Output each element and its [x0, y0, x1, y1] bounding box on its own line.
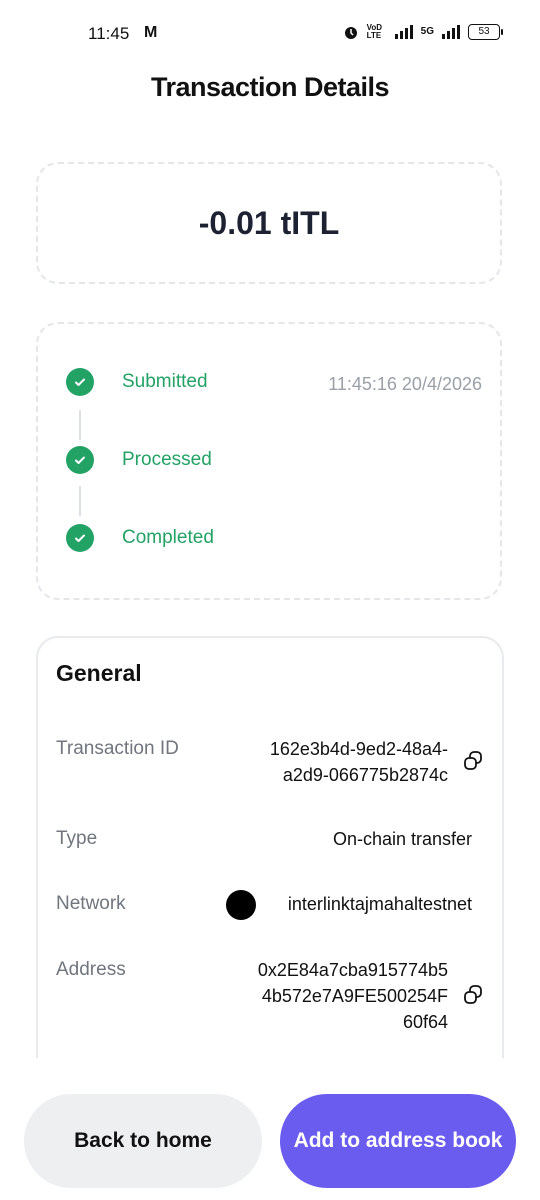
copy-icon[interactable] [462, 984, 484, 1006]
status-timeline: Submitted 11:45:16 20/4/2026 Processed C… [36, 322, 502, 600]
address-line: 0x2E84a7cba915774b5 [257, 960, 448, 980]
signal-icon-2 [442, 25, 460, 39]
amount-card: -0.01 tITL [36, 162, 502, 284]
address-line: 4b572e7A9FE500254F [261, 986, 448, 1006]
address-line: 60f64 [402, 1012, 448, 1032]
address-label: Address [56, 959, 126, 980]
step-completed: Completed [66, 524, 214, 552]
network-value: interlinktajmahaltestnet [287, 894, 472, 914]
network-type-icon: 5G [420, 26, 434, 37]
type-value: On-chain transfer [332, 829, 472, 849]
check-circle-icon [66, 446, 94, 474]
transaction-id-label: Transaction ID [56, 738, 179, 759]
transaction-id-line: 162e3b4d-9ed2-48a4- [269, 739, 448, 759]
step-submitted: Submitted [66, 368, 208, 396]
step-processed: Processed [66, 446, 212, 474]
timeline-connector [79, 486, 81, 516]
address-value[interactable]: 0x2E84a7cba915774b5 4b572e7A9FE500254F 6… [188, 957, 448, 1035]
mail-icon: M [144, 24, 158, 41]
add-to-address-book-button[interactable]: Add to address book [280, 1094, 516, 1188]
timestamp: 11:45:16 20/4/2026 [328, 374, 482, 394]
step-label: Processed [122, 449, 212, 470]
volte-icon: VoD LTE [366, 23, 383, 40]
copy-icon[interactable] [462, 750, 484, 772]
status-icons: VoD LTE 5G 53 [343, 23, 503, 40]
battery-icon: 53 [468, 24, 503, 40]
type-label: Type [56, 828, 98, 849]
general-card: General Transaction ID 162e3b4d-9ed2-48a… [36, 636, 504, 1116]
step-label: Submitted [122, 371, 208, 392]
check-circle-icon [66, 524, 94, 552]
transaction-id-line: a2d9-066775b2874c [282, 765, 448, 785]
status-time: 11:45 [88, 24, 130, 43]
network-logo-icon [226, 890, 256, 920]
network-label: Network [56, 893, 126, 914]
status-bar: 11:45 M VoD LTE 5G 53 [0, 0, 540, 68]
alarm-icon [344, 27, 357, 39]
page-title: Transaction Details [150, 72, 390, 102]
transaction-id-value[interactable]: 162e3b4d-9ed2-48a4- a2d9-066775b2874c [208, 736, 448, 788]
signal-icon [394, 25, 413, 39]
timeline-connector [79, 410, 81, 440]
back-to-home-button[interactable]: Back to home [24, 1094, 262, 1188]
check-circle-icon [66, 368, 94, 396]
general-title: General [56, 660, 142, 686]
step-label: Completed [122, 527, 214, 548]
transaction-amount: -0.01 tITL [198, 204, 340, 241]
